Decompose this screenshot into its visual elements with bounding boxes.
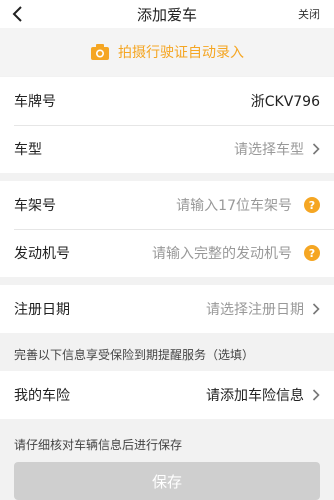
insurance-label: 我的车险	[14, 388, 70, 404]
close-button[interactable]: 关闭	[298, 6, 320, 22]
insurance-value: 请添加车险信息	[206, 388, 304, 404]
reg-date-label: 注册日期	[14, 302, 70, 318]
reg-date-placeholder: 请选择注册日期	[206, 302, 304, 318]
insurance-group: 我的车险 请添加车险信息	[0, 371, 334, 419]
engine-input[interactable]: 请输入完整的发动机号	[152, 243, 292, 263]
vin-row[interactable]: 车架号 请输入17位车架号 ?	[0, 181, 334, 229]
insurance-hint: 完善以下信息享受保险到期提醒服务（选填）	[14, 348, 255, 362]
chevron-right-icon	[312, 389, 320, 401]
save-notice: 请仔细核对车辆信息后进行保存	[14, 438, 183, 452]
model-label: 车型	[14, 142, 42, 158]
chevron-right-icon	[312, 143, 320, 155]
help-icon[interactable]: ?	[304, 245, 320, 261]
vin-label: 车架号	[14, 198, 56, 214]
chevron-right-icon	[312, 303, 320, 315]
vin-input[interactable]: 请输入17位车架号	[176, 195, 292, 215]
help-icon[interactable]: ?	[304, 197, 320, 213]
registration-group: 注册日期 请选择注册日期	[0, 285, 334, 333]
vehicle-id-group: 车架号 请输入17位车架号 ? 发动机号 请输入完整的发动机号 ?	[0, 181, 334, 277]
engine-row[interactable]: 发动机号 请输入完整的发动机号 ?	[0, 229, 334, 277]
engine-label: 发动机号	[14, 246, 70, 262]
plate-row[interactable]: 车牌号 浙CKV796	[0, 77, 334, 125]
save-button[interactable]: 保存	[14, 462, 320, 500]
navigation-bar: 添加爱车 关闭	[0, 0, 334, 28]
page-title: 添加爱车	[136, 6, 197, 24]
vehicle-basic-group: 车牌号 浙CKV796 车型 请选择车型	[0, 77, 334, 173]
svg-text:?: ?	[309, 247, 315, 260]
scan-license-button[interactable]: 拍摄行驶证自动录入	[0, 28, 334, 76]
camera-icon	[91, 44, 109, 60]
reg-date-row[interactable]: 注册日期 请选择注册日期	[0, 285, 334, 333]
model-placeholder: 请选择车型	[234, 142, 304, 158]
plate-label: 车牌号	[14, 94, 56, 110]
scan-license-label: 拍摄行驶证自动录入	[118, 45, 244, 61]
plate-value[interactable]: 浙CKV796	[251, 91, 320, 111]
model-row[interactable]: 车型 请选择车型	[0, 125, 334, 173]
insurance-row[interactable]: 我的车险 请添加车险信息	[0, 371, 334, 419]
svg-text:?: ?	[309, 199, 315, 212]
